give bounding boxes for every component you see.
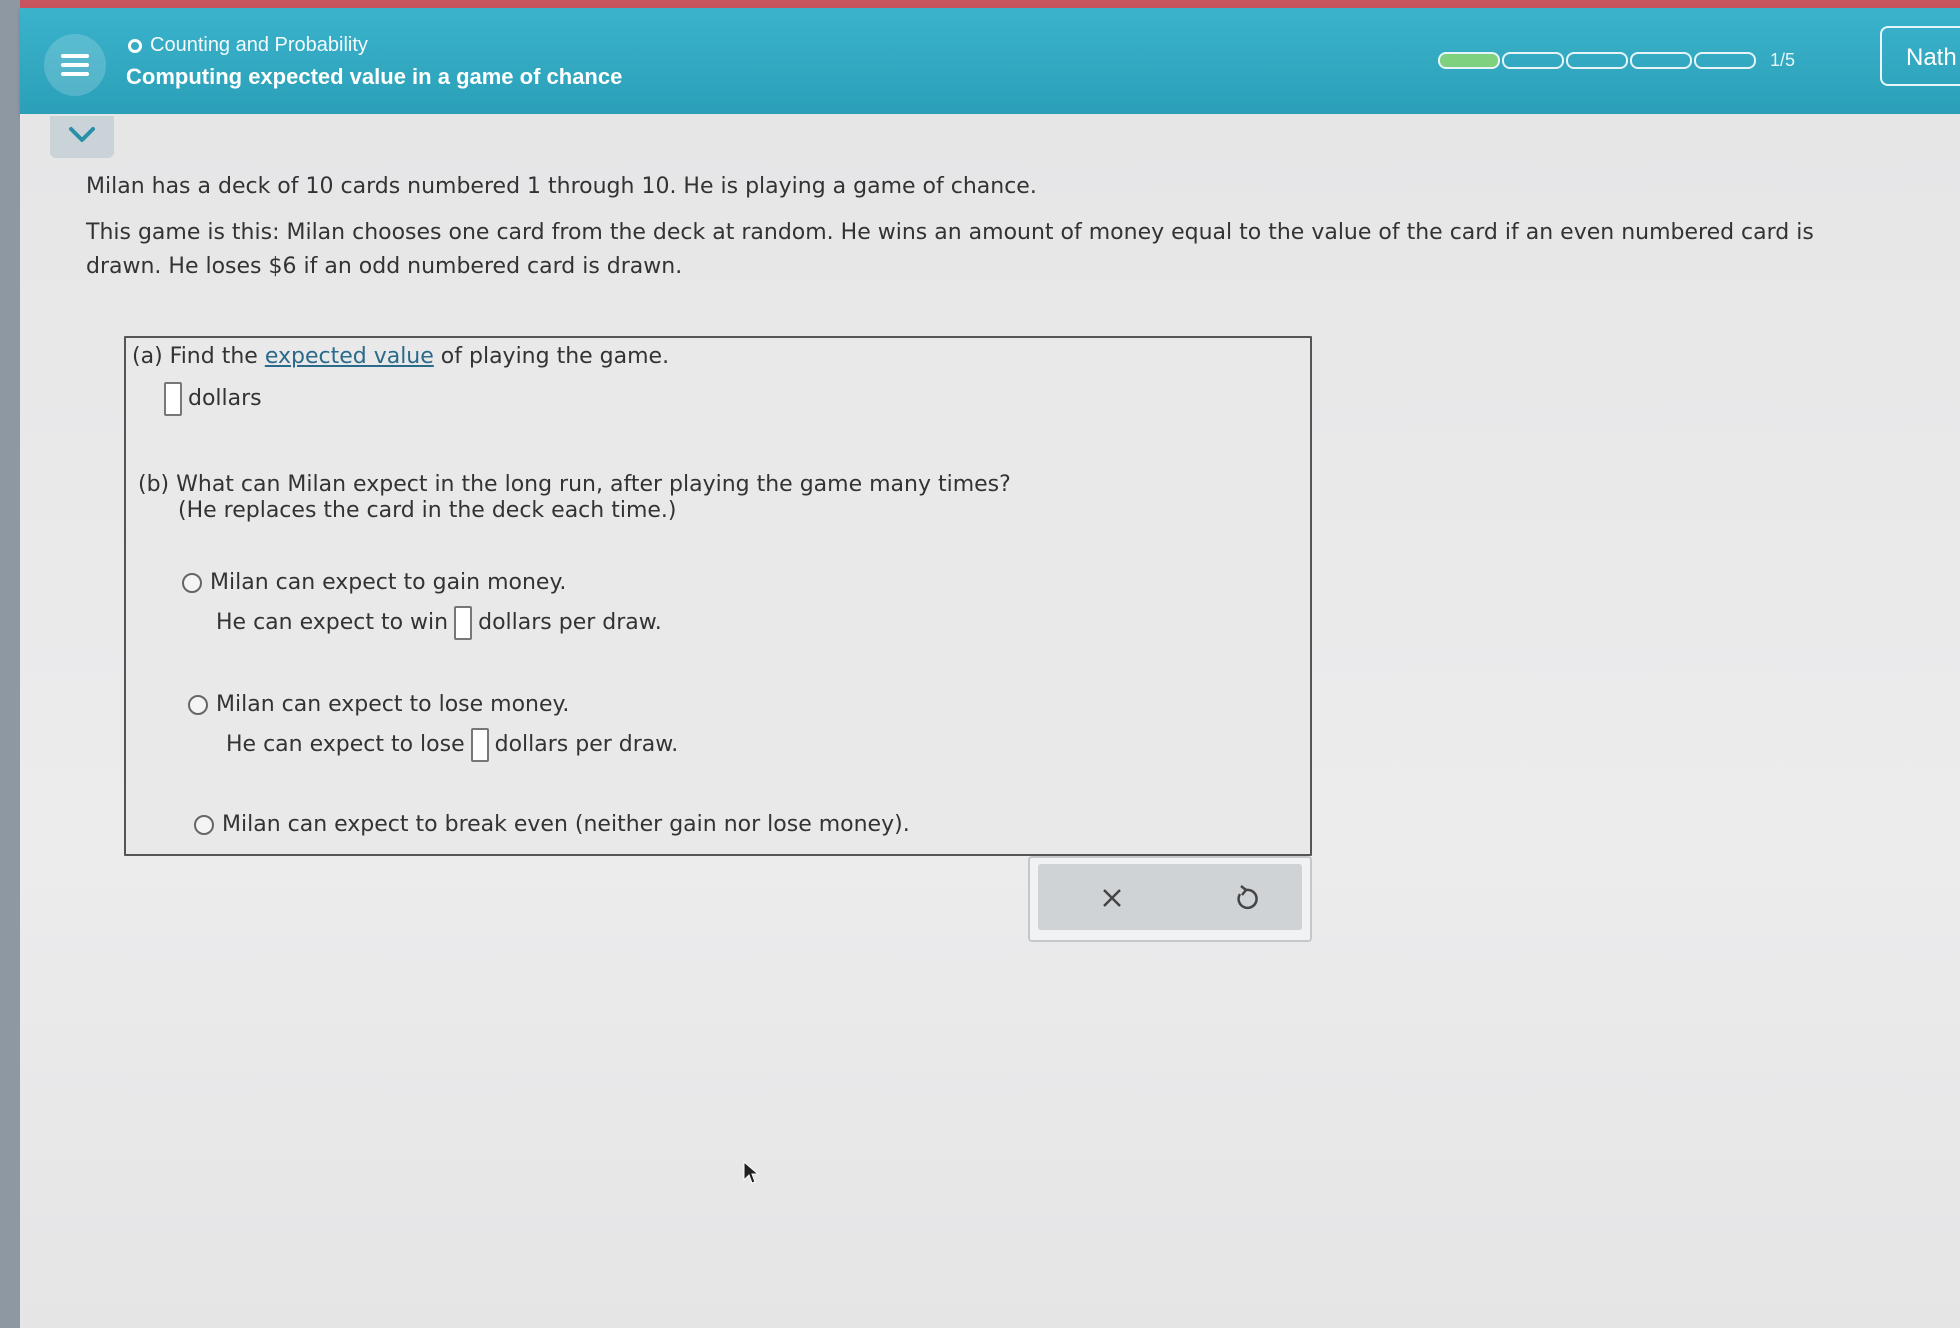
chevron-down-icon [69,127,95,142]
progress-segment [1502,52,1564,69]
part-a-prompt: (a) Find the expected value of playing t… [132,344,669,369]
hamburger-icon-line [61,63,89,67]
menu-button[interactable] [44,34,106,96]
topic-status-icon [128,38,142,53]
mouse-cursor-icon [743,1160,760,1184]
question-text-2: This game is this: Milan chooses one car… [86,220,1814,279]
part-a-suffix: of playing the game. [440,344,670,369]
lesson-title: Computing expected value in a game of ch… [126,64,623,89]
app-header: Counting and Probability Computing expec… [20,8,1960,114]
progress-bar: 1/5 [1438,50,1795,71]
left-bezel [0,0,20,1328]
question-text-1: Milan has a deck of 10 cards numbered 1 … [86,174,1037,199]
progress-segment [1630,52,1692,69]
option-lose-label: Milan can expect to lose money. [216,692,570,717]
hamburger-icon-line [61,72,89,76]
answer-actions-panel [1038,864,1302,930]
progress-segment [1694,52,1756,69]
answer-box: (a) Find the expected value of playing t… [124,336,1312,856]
topic-label: Counting and Probability [150,34,368,56]
progress-segment [1566,52,1628,69]
option-gain-label: Milan can expect to gain money. [210,570,567,595]
option-lose-detail: He can expect to lose dollars per draw. [226,728,678,762]
answer-actions [1028,856,1312,942]
part-a-input[interactable] [164,382,182,416]
top-bezel-strip [0,0,1960,8]
progress-label: 1/5 [1770,50,1796,70]
radio-gain[interactable] [182,573,202,593]
option-gain-detail: He can expect to win dollars per draw. [216,606,662,640]
hamburger-icon [61,54,89,58]
close-icon [1103,889,1121,907]
radio-break-even[interactable] [194,815,214,835]
option-lose[interactable]: Milan can expect to lose money. [188,692,569,717]
collapse-button[interactable] [50,116,114,158]
part-a-unit: dollars [188,386,262,411]
main-content: Milan has a deck of 10 cards numbered 1 … [20,114,1960,1328]
option-break-even-label: Milan can expect to break even (neither … [222,812,910,837]
progress-segment-complete [1438,52,1500,69]
lose-amount-input[interactable] [470,728,489,762]
win-suffix: dollars per draw. [478,610,662,635]
lose-suffix: dollars per draw. [494,732,679,757]
option-break-even[interactable]: Milan can expect to break even (neither … [194,812,910,837]
part-a-prefix: (a) Find the [132,344,258,369]
part-b-note: (He replaces the card in the deck each t… [178,498,677,523]
undo-icon [1237,885,1258,910]
expected-value-link[interactable]: expected value [265,344,434,369]
user-menu-button[interactable]: Nath [1880,26,1960,86]
radio-lose[interactable] [188,695,208,715]
part-a-answer-row: dollars [164,382,262,416]
win-amount-input[interactable] [454,606,473,640]
clear-button[interactable] [1092,878,1132,918]
lose-prefix: He can expect to lose [226,732,465,757]
win-prefix: He can expect to win [216,610,449,635]
part-b-prompt: (b) What can Milan expect in the long ru… [138,472,1011,497]
option-gain[interactable]: Milan can expect to gain money. [182,570,566,595]
reset-button[interactable] [1226,878,1266,918]
topic-breadcrumb[interactable]: Counting and Probability [128,34,368,57]
